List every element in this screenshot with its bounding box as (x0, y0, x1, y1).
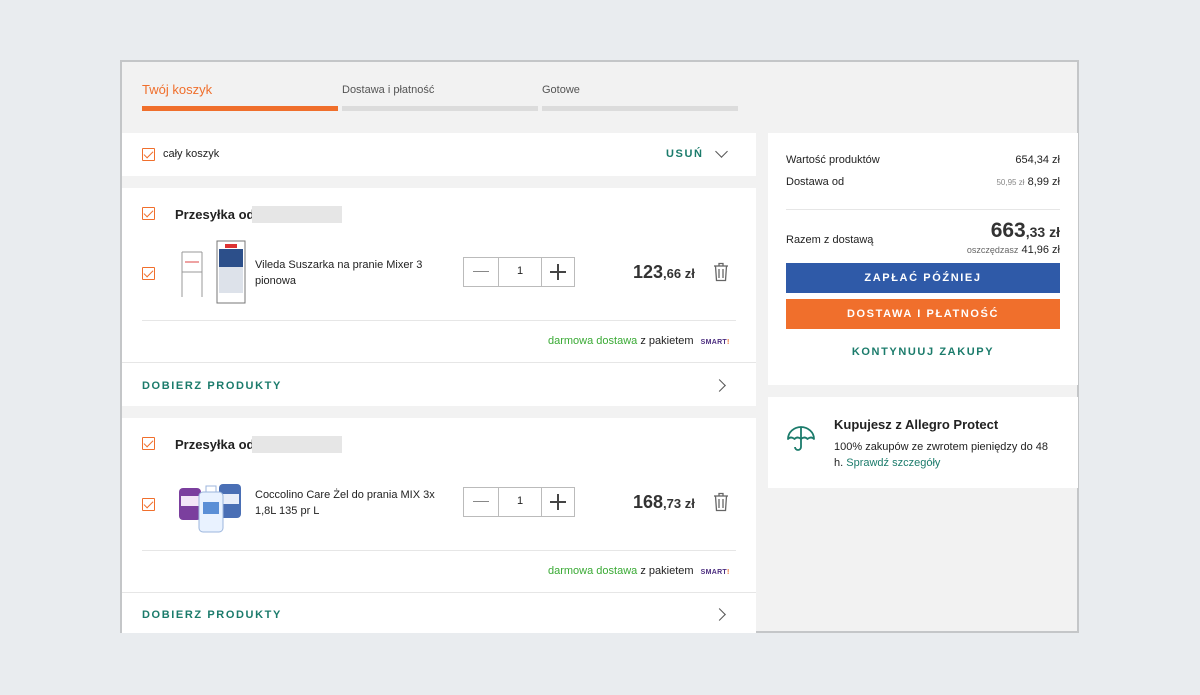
total-price: 663,33 zł (991, 219, 1060, 243)
shipment-title: Przesyłka od (175, 207, 255, 222)
more-products-link[interactable]: DOBIERZ PRODUKTY (142, 380, 282, 392)
protect-text: 100% zakupów ze zwrotem pieniędzy do 48 … (834, 439, 1054, 471)
product-image[interactable] (177, 237, 247, 307)
product-checkbox[interactable] (142, 267, 155, 280)
delivery-info: darmowa dostawa z pakietem SMART! (548, 335, 730, 347)
chevron-down-icon[interactable] (715, 145, 728, 158)
product-name[interactable]: Vileda Suszarka na pranie Mixer 3 pionow… (255, 257, 440, 289)
divider (142, 550, 736, 551)
shipment-title: Przesyłka od (175, 437, 255, 452)
checkout-button[interactable]: DOSTAWA I PŁATNOŚĆ (786, 299, 1060, 329)
savings-label: oszczędzasz (966, 245, 1019, 255)
delivery-old-price: 50,95 zł (996, 178, 1025, 187)
step-delivery-payment[interactable]: Dostawa i płatność (342, 84, 538, 111)
step-progress-bar (542, 106, 738, 111)
delivery-value: 50,95 zł 8,99 zł (996, 176, 1060, 188)
trash-icon[interactable] (713, 262, 729, 282)
step-label: Twój koszyk (142, 82, 213, 97)
divider (786, 209, 1060, 210)
shipment-checkbox[interactable] (142, 207, 155, 220)
cart-frame: Twój koszyk Dostawa i płatność Gotowe ca… (120, 60, 1079, 633)
step-cart[interactable]: Twój koszyk (142, 82, 338, 111)
smart-logo: SMART! (700, 339, 730, 346)
continue-shopping-link[interactable]: KONTYNUUJ ZAKUPY (786, 346, 1060, 358)
pay-later-button[interactable]: ZAPŁAĆ PÓŹNIEJ (786, 263, 1060, 293)
increase-quantity-button[interactable] (541, 258, 574, 286)
product-price: 123,66 zł (633, 262, 695, 283)
divider (142, 320, 736, 321)
price-main: 123 (633, 262, 664, 282)
shipment-card: Przesyłka od Coccolino Care Żel do prani… (122, 418, 756, 633)
package-label: z pakietem (640, 335, 694, 347)
package-label: z pakietem (640, 565, 694, 577)
step-label: Dostawa i płatność (342, 84, 435, 96)
seller-name-redacted (252, 436, 342, 453)
total-label: Razem z dostawą (786, 234, 874, 246)
checkout-steps: Twój koszyk Dostawa i płatność Gotowe (142, 82, 758, 111)
free-delivery-label: darmowa dostawa (548, 565, 638, 577)
protect-title: Kupujesz z Allegro Protect (834, 417, 999, 432)
step-done[interactable]: Gotowe (542, 84, 738, 111)
decrease-quantity-button[interactable] (464, 258, 499, 286)
order-summary: Wartość produktów 654,34 zł Dostawa od 5… (768, 133, 1078, 385)
select-all-bar: cały koszyk USUŃ (122, 133, 756, 176)
shipment-checkbox[interactable] (142, 437, 155, 450)
step-progress-bar (342, 106, 538, 111)
price-main: 168 (633, 492, 664, 512)
product-checkbox[interactable] (142, 498, 155, 511)
quantity-stepper: 1 (463, 257, 575, 287)
chevron-right-icon[interactable] (713, 608, 726, 621)
quantity-input[interactable]: 1 (499, 495, 541, 507)
select-all-checkbox[interactable] (142, 148, 155, 161)
more-products-link[interactable]: DOBIERZ PRODUKTY (142, 609, 282, 621)
divider (122, 592, 756, 593)
step-label: Gotowe (542, 84, 580, 96)
delivery-info: darmowa dostawa z pakietem SMART! (548, 565, 730, 577)
allegro-protect-box: Kupujesz z Allegro Protect 100% zakupów … (768, 397, 1078, 488)
chevron-right-icon[interactable] (713, 379, 726, 392)
savings: oszczędzasz 41,96 zł (967, 244, 1060, 256)
divider (122, 362, 756, 363)
increase-quantity-button[interactable] (541, 488, 574, 516)
delivery-from-label: Dostawa od (786, 176, 845, 188)
products-value-label: Wartość produktów (786, 154, 880, 166)
remove-button[interactable]: USUŃ (666, 148, 704, 160)
products-value: 654,34 zł (1015, 154, 1060, 166)
trash-icon[interactable] (713, 492, 729, 512)
total-cents: ,33 zł (1025, 224, 1060, 240)
product-price: 168,73 zł (633, 492, 695, 513)
product-image[interactable] (175, 466, 245, 536)
seller-name-redacted (252, 206, 342, 223)
protect-details-link[interactable]: Sprawdź szczegóły (846, 457, 940, 469)
product-name[interactable]: Coccolino Care Żel do prania MIX 3x 1,8L… (255, 487, 440, 519)
quantity-input[interactable]: 1 (499, 265, 541, 277)
quantity-stepper: 1 (463, 487, 575, 517)
decrease-quantity-button[interactable] (464, 488, 499, 516)
delivery-price: 8,99 zł (1027, 176, 1060, 188)
savings-value: 41,96 zł (1021, 244, 1060, 256)
price-cents: ,73 zł (663, 496, 695, 511)
total-main: 663 (990, 219, 1026, 242)
price-cents: ,66 zł (663, 266, 695, 281)
free-delivery-label: darmowa dostawa (548, 335, 638, 347)
umbrella-icon (787, 426, 815, 451)
select-all-label: cały koszyk (163, 148, 220, 160)
step-progress-bar (142, 106, 338, 111)
smart-logo: SMART! (700, 569, 730, 576)
shipment-card: Przesyłka od Vileda Suszarka na pranie M… (122, 188, 756, 406)
